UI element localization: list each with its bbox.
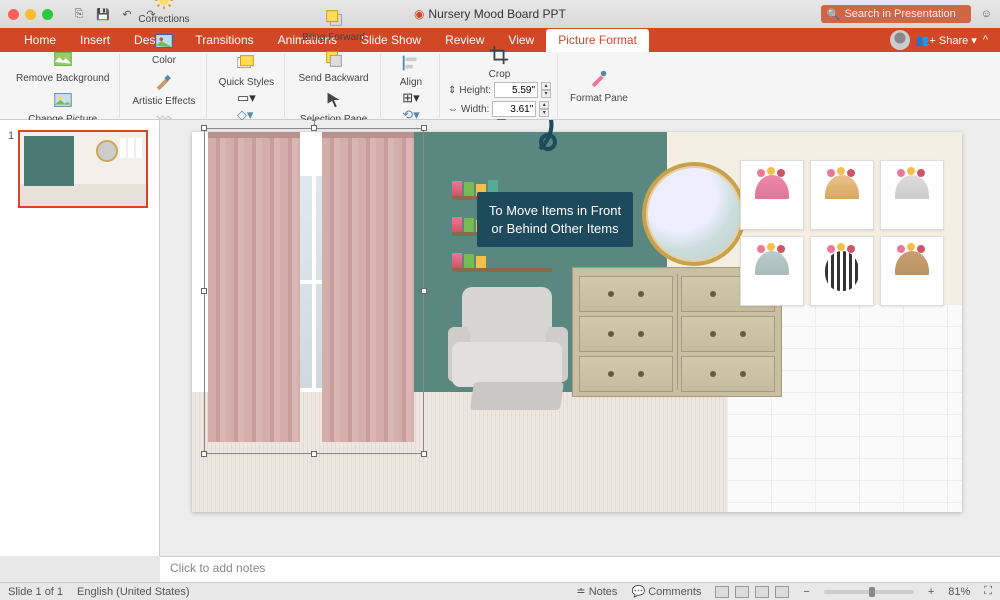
art-zebra[interactable] (810, 236, 874, 306)
resize-handle[interactable] (421, 288, 427, 294)
align-icon (399, 51, 423, 75)
align-button[interactable]: Align (389, 49, 433, 90)
status-bar: Slide 1 of 1 English (United States) ≐ N… (0, 582, 1000, 600)
selection-pane-icon (322, 88, 346, 112)
height-icon: ⇕ (448, 85, 456, 96)
search-input[interactable]: 🔍 Search in Presentation (821, 5, 971, 23)
zoom-percent[interactable]: 81% (948, 586, 970, 598)
document-title: Nursery Mood Board PPT (428, 7, 565, 21)
crop-icon (487, 43, 511, 67)
ribbon-collapse-icon[interactable]: ^ (983, 34, 988, 46)
selection-box[interactable] (204, 128, 424, 454)
group-icon[interactable]: ⊞▾ (402, 90, 419, 106)
remove-background-icon (51, 47, 75, 71)
artistic-effects-button[interactable]: Artistic Effects (128, 68, 199, 109)
resize-handle[interactable] (421, 125, 427, 131)
slide-canvas-area[interactable]: To Move Items in Front or Behind Other I… (160, 120, 1000, 556)
format-pane-icon (587, 67, 611, 91)
slide[interactable]: To Move Items in Front or Behind Other I… (192, 132, 962, 512)
art-elephant[interactable] (740, 236, 804, 306)
art-tiger[interactable] (740, 160, 804, 230)
resize-handle[interactable] (201, 451, 207, 457)
zoom-slider[interactable] (824, 590, 914, 594)
width-icon: ⇔ (448, 104, 458, 115)
send-backward-button[interactable]: Send Backward (295, 45, 373, 86)
corrections-icon (152, 0, 176, 12)
language-status[interactable]: English (United States) (77, 586, 190, 598)
shelf-books-bot[interactable] (452, 252, 552, 268)
bring-forward-button[interactable]: Bring Forward (298, 4, 369, 45)
window-controls[interactable] (8, 9, 53, 20)
slide-counter[interactable]: Slide 1 of 1 (8, 586, 63, 598)
search-icon: 🔍 (827, 8, 841, 21)
annotation-callout: To Move Items in Front or Behind Other I… (477, 192, 633, 247)
recliner-chair[interactable] (442, 287, 582, 427)
rotate-handle[interactable] (309, 120, 319, 121)
annotation-text: To Move Items in Front or Behind Other I… (489, 203, 621, 236)
send-backward-icon (322, 47, 346, 71)
corrections-button[interactable]: Corrections (134, 0, 193, 27)
artistic-effects-icon (152, 70, 176, 94)
search-placeholder: Search in Presentation (844, 8, 955, 20)
crop-button[interactable]: Crop (477, 41, 521, 82)
resize-handle[interactable] (201, 288, 207, 294)
close-window-icon[interactable] (8, 9, 19, 20)
resize-handle[interactable] (201, 125, 207, 131)
slideshow-view-icon[interactable] (775, 586, 789, 598)
ribbon: Remove Background Change Picture Correct… (0, 52, 1000, 120)
minimize-window-icon[interactable] (25, 9, 36, 20)
art-bunny[interactable] (880, 160, 944, 230)
workspace: 1 (0, 120, 1000, 556)
shelf-bot[interactable] (452, 268, 552, 272)
remove-background-button[interactable]: Remove Background (12, 45, 113, 86)
sorter-view-icon[interactable] (735, 586, 749, 598)
autosave-icon[interactable]: ⎘ (71, 6, 87, 22)
undo-icon[interactable]: ↶ (119, 6, 135, 22)
notes-pane[interactable]: Click to add notes (160, 556, 1000, 582)
resize-handle[interactable] (421, 451, 427, 457)
slide-thumbnail-panel: 1 (0, 120, 160, 556)
smiley-feedback-icon[interactable]: ☺ (981, 8, 992, 20)
width-label: Width: (461, 104, 489, 115)
resize-handle[interactable] (311, 451, 317, 457)
height-label: Height: (459, 85, 491, 96)
art-giraffe[interactable] (810, 160, 874, 230)
quick-styles-button[interactable]: Quick Styles (215, 49, 279, 90)
change-picture-icon (51, 88, 75, 112)
normal-view-icon[interactable] (715, 586, 729, 598)
format-pane-button[interactable]: Format Pane (566, 65, 632, 106)
zoom-window-icon[interactable] (42, 9, 53, 20)
wall-art-grid[interactable] (740, 160, 950, 306)
save-icon[interactable]: 💾 (95, 6, 111, 22)
height-stepper[interactable]: ▴▾ (541, 82, 551, 98)
art-deer[interactable] (880, 236, 944, 306)
width-input[interactable] (492, 101, 536, 117)
slide-thumbnail-1[interactable] (18, 130, 148, 208)
color-button[interactable]: Color (142, 27, 186, 68)
bring-forward-icon (322, 6, 346, 30)
quick-styles-icon (234, 51, 258, 75)
notes-placeholder: Click to add notes (170, 561, 265, 575)
height-input[interactable] (494, 82, 538, 98)
color-icon (152, 29, 176, 53)
zoom-out-icon[interactable]: − (803, 586, 809, 598)
reading-view-icon[interactable] (755, 586, 769, 598)
thumbnail-number: 1 (8, 130, 14, 208)
comments-toggle[interactable]: 💬 Comments (631, 585, 701, 598)
tab-picture-format[interactable]: Picture Format (546, 29, 649, 52)
view-mode-buttons[interactable] (715, 586, 789, 598)
round-mirror[interactable] (642, 162, 746, 266)
app-icon: ◉ (414, 7, 424, 21)
notes-toggle[interactable]: ≐ Notes (576, 585, 617, 598)
share-button[interactable]: 👥+ Share ▾ (916, 34, 977, 47)
fit-to-window-icon[interactable]: ⛶ (984, 585, 992, 598)
zoom-in-icon[interactable]: + (928, 586, 934, 598)
resize-handle[interactable] (311, 125, 317, 131)
user-avatar-icon[interactable] (890, 30, 910, 50)
picture-border-icon[interactable]: ▭▾ (237, 90, 256, 106)
width-stepper[interactable]: ▴▾ (539, 101, 549, 117)
